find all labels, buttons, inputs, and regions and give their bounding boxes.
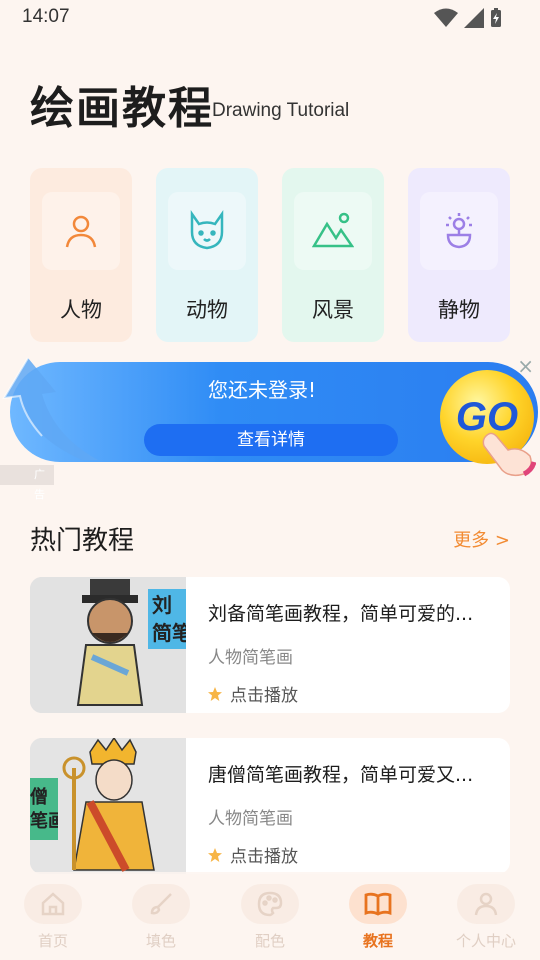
category-icon-box [42, 192, 120, 270]
book-icon [364, 892, 392, 916]
nav-label: 填色 [145, 932, 176, 950]
arrow-graphic [2, 357, 98, 460]
category-grid: 人物 动物 风景 静物 [30, 168, 510, 342]
nav-icon-box [132, 884, 190, 924]
star-icon [208, 847, 222, 862]
tutorial-thumbnail: 刘 简笔 [30, 577, 186, 713]
nav-profile[interactable]: 个人中心 [446, 884, 526, 951]
nav-home[interactable]: 首页 [13, 884, 93, 951]
user-icon [474, 892, 498, 916]
star-icon [208, 686, 222, 701]
nav-palette[interactable]: 配色 [230, 884, 310, 951]
ad-close-icon[interactable]: × [517, 354, 534, 378]
category-icon-box [294, 192, 372, 270]
home-icon [41, 892, 65, 916]
category-scenery[interactable]: 风景 [282, 168, 384, 342]
tutorial-category: 人物简笔画 [208, 648, 293, 668]
category-label: 动物 [186, 298, 228, 322]
play-link[interactable]: 点击播放 [208, 681, 298, 706]
category-animals[interactable]: 动物 [156, 168, 258, 342]
ad-title: 您还未登录! [208, 378, 317, 402]
nav-label: 配色 [254, 932, 285, 950]
tutorial-thumbnail: 僧 笔画 [30, 738, 186, 874]
nav-icon-box [241, 884, 299, 924]
nav-label: 首页 [37, 932, 68, 950]
nav-tutorials[interactable]: 教程 [338, 884, 418, 951]
nav-icon-box [24, 884, 82, 924]
ad-tag: 广告 [0, 465, 54, 501]
nav-icon-box [457, 884, 515, 924]
category-label: 人物 [60, 298, 102, 322]
category-still-life[interactable]: 静物 [408, 168, 510, 342]
hand-pointer-icon [482, 432, 536, 477]
ad-banner[interactable]: 您还未登录! 查看详情 GO × [2, 354, 540, 477]
play-link[interactable]: 点击播放 [208, 842, 298, 867]
battery-icon [491, 8, 501, 27]
category-label: 静物 [438, 298, 480, 322]
brush-icon [150, 893, 172, 915]
bottom-nav: 首页 填色 配色 教程 个人中心 [0, 872, 540, 960]
mountain-icon [312, 212, 354, 248]
palette-icon [257, 891, 283, 917]
status-bar: 14:07 [0, 0, 540, 36]
lamp-icon [446, 213, 472, 249]
tutorial-card[interactable]: 刘 简笔 刘备简笔画教程，简单可爱的... 人物简笔画 点击播放 [30, 577, 510, 713]
wifi-icon [434, 8, 458, 27]
thumbnail-caption: 僧 笔画 [30, 787, 58, 832]
nav-label: 个人中心 [455, 932, 516, 950]
tutorial-card[interactable]: 僧 笔画 唐僧简笔画教程，简单可爱又... 人物简笔画 点击播放 [30, 738, 510, 874]
category-people[interactable]: 人物 [30, 168, 132, 342]
cat-icon [190, 210, 224, 250]
tutorial-title: 唐僧简笔画教程，简单可爱又... [208, 764, 474, 786]
nav-coloring[interactable]: 填色 [121, 884, 201, 951]
page-subtitle: Drawing Tutorial [212, 100, 350, 121]
category-label: 风景 [312, 298, 354, 322]
play-label: 点击播放 [230, 847, 298, 867]
nav-label: 教程 [362, 932, 393, 950]
signal-icon [464, 8, 484, 28]
nav-icon-box [349, 884, 407, 924]
status-time: 14:07 [22, 6, 70, 27]
tutorial-category: 人物简笔画 [208, 809, 293, 829]
system-icons [434, 8, 502, 28]
section-title: 热门教程 [30, 526, 135, 556]
category-icon-box [420, 192, 498, 270]
category-icon-box [168, 192, 246, 270]
play-label: 点击播放 [230, 686, 298, 706]
ad-details-button[interactable]: 查看详情 [144, 424, 398, 456]
thumbnail-caption: 刘 简笔 [152, 593, 186, 645]
person-icon [65, 215, 97, 248]
page-title: 绘画教程 [30, 83, 214, 134]
tutorial-title: 刘备简笔画教程，简单可爱的... [208, 603, 474, 625]
more-link[interactable]: 更多 > [453, 526, 510, 552]
